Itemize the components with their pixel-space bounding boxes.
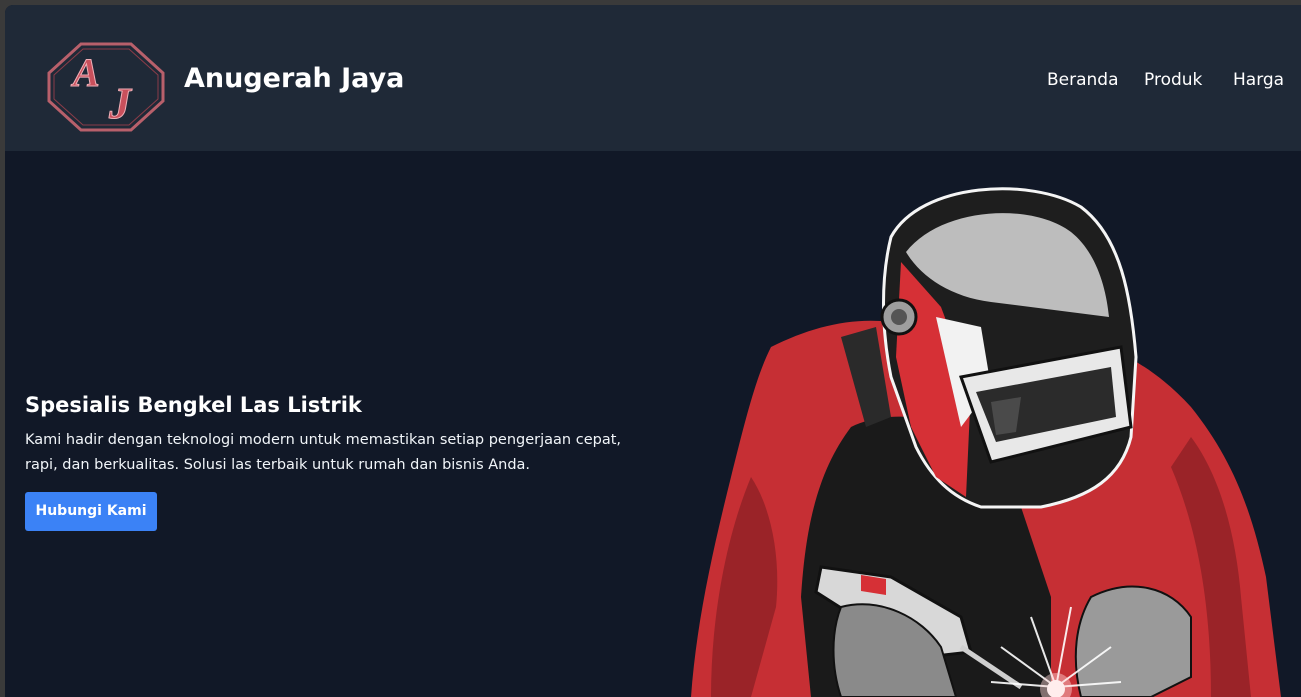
nav-item-produk[interactable]: Produk bbox=[1144, 67, 1202, 93]
app-window: A J Anugerah Jaya Beranda Produk Harga S… bbox=[5, 5, 1301, 697]
nav-item-beranda[interactable]: Beranda bbox=[1047, 67, 1119, 93]
svg-text:J: J bbox=[108, 79, 133, 128]
brand-name[interactable]: Anugerah Jaya bbox=[184, 61, 404, 97]
welder-illustration bbox=[691, 187, 1281, 697]
site-header: A J Anugerah Jaya Beranda Produk Harga bbox=[5, 5, 1301, 151]
contact-button[interactable]: Hubungi Kami bbox=[25, 492, 157, 531]
nav-item-harga[interactable]: Harga bbox=[1233, 67, 1284, 93]
hero-title: Spesialis Bengkel Las Listrik bbox=[25, 393, 362, 417]
brand-logo[interactable]: A J bbox=[47, 41, 165, 133]
svg-text:A: A bbox=[70, 50, 100, 95]
hero-description: Kami hadir dengan teknologi modern untuk… bbox=[25, 432, 621, 473]
